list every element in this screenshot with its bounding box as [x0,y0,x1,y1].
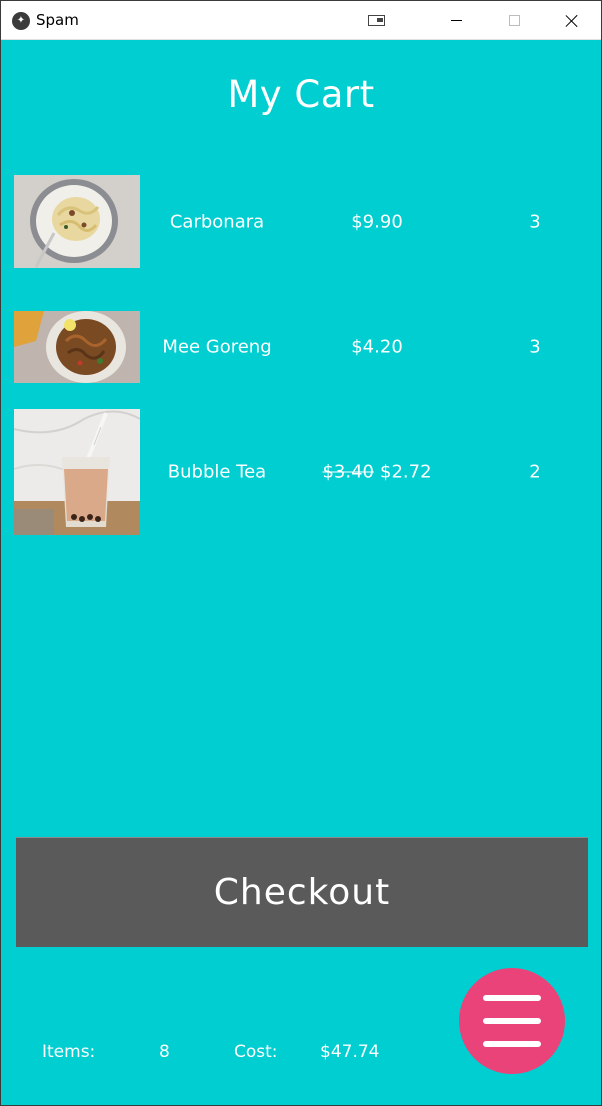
item-quantity: 3 [529,211,541,232]
item-original-price: $3.40 [322,461,374,483]
cost-value: $47.74 [320,1042,380,1062]
items-count: 8 [159,1042,170,1062]
checkout-button[interactable]: Checkout [16,837,588,947]
menu-button[interactable] [459,968,565,1074]
cart-item-mee-goreng: Mee Goreng $4.20 3 [1,311,601,383]
minimize-button[interactable] [427,1,485,40]
carbonara-image [14,175,140,268]
item-price: $4.20 [301,337,453,358]
item-current-price: $4.20 [351,336,403,358]
minimize-icon [450,20,462,21]
maximize-icon [508,15,520,26]
item-name: Bubble Tea [167,461,267,483]
maximize-button[interactable] [485,1,543,40]
close-button[interactable] [543,1,601,40]
app-window: ✦ Spam My Cart Carbonara $9.90 3 Mee Gor… [0,0,602,1106]
cart-item-bubble-tea: Bubble Tea $3.40 $2.72 2 [1,409,601,535]
item-name: Mee Goreng [162,336,272,358]
item-name: Carbonara [169,211,265,232]
bubble-tea-image [14,409,140,535]
item-quantity: 3 [529,336,541,358]
item-quantity: 2 [529,461,541,483]
items-label: Items: [42,1042,96,1062]
cart-item-carbonara: Carbonara $9.90 3 [1,175,601,268]
cost-label: Cost: [234,1042,278,1062]
close-icon [565,14,579,28]
compact-overlay-button[interactable] [347,1,405,40]
item-current-price: $9.90 [351,211,403,232]
item-price: $3.40 $2.72 [301,462,453,483]
kivy-logo-icon: ✦ [12,12,30,30]
window-title: Spam [36,11,79,29]
item-current-price: $2.72 [380,461,432,483]
page-title: My Cart [227,73,375,116]
mee-goreng-image [14,311,140,383]
compact-overlay-icon [367,15,385,26]
item-price: $9.90 [301,211,453,232]
title-bar[interactable]: ✦ Spam [1,1,601,40]
